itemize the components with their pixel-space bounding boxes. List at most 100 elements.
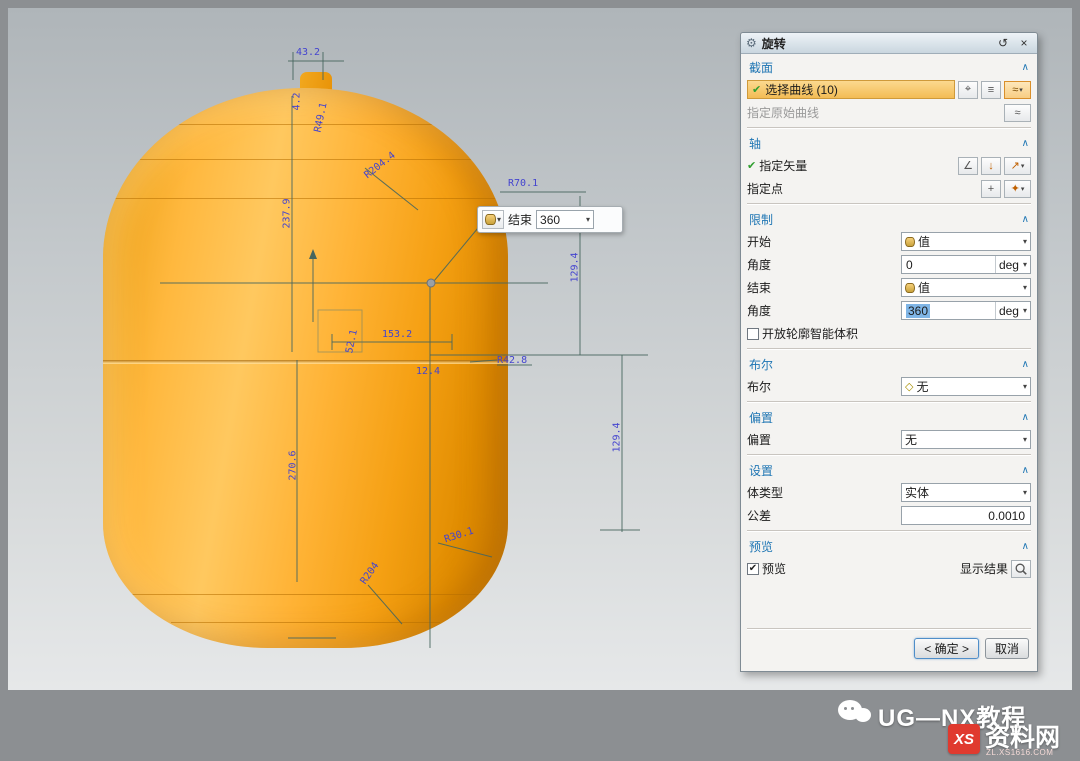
- chevron-up-icon: ∧: [1022, 541, 1029, 552]
- end-angle-value: 360: [906, 304, 930, 318]
- model-edge: [108, 198, 503, 199]
- application-window: 43.24.2R49.1R204.4R70.1237.9129.4153.252…: [0, 0, 1080, 761]
- selection-intent-icon[interactable]: ⌖: [958, 81, 978, 99]
- preview-checkbox[interactable]: ✔: [747, 563, 759, 575]
- magnifier-icon[interactable]: [1011, 560, 1031, 578]
- cancel-button[interactable]: 取消: [985, 638, 1029, 659]
- section-header-axis[interactable]: 轴 ∧: [747, 132, 1031, 154]
- open-profile-label: 开放轮廓智能体积: [762, 325, 1031, 342]
- open-profile-checkbox[interactable]: [747, 328, 759, 340]
- show-result-label: 显示结果: [960, 560, 1008, 577]
- revolve-dialog: ⚙ 旋转 ↺ × 截面 ∧ ✔ 选择曲线 (10) ⌖ ≡ ≈▾ 指定: [740, 32, 1038, 672]
- divider: [747, 348, 1031, 350]
- boolean-dropdown[interactable]: ◇ 无 ▾: [901, 377, 1031, 396]
- revolve-limit-icon: [485, 214, 496, 225]
- revolve-preview-body[interactable]: [103, 88, 508, 648]
- end-angle-label: 角度: [747, 302, 898, 319]
- divider: [747, 203, 1031, 205]
- select-curve-label: 选择曲线 (10): [765, 81, 838, 98]
- dialog-titlebar[interactable]: ⚙ 旋转 ↺ ×: [741, 33, 1037, 54]
- chevron-down-icon: ▾: [1023, 283, 1027, 292]
- model-edge: [129, 594, 482, 595]
- site-url: ZL.XS1616.COM: [986, 748, 1053, 757]
- model-edge: [161, 124, 450, 125]
- curve-rule-icon[interactable]: ≈▾: [1004, 81, 1031, 99]
- ok-button[interactable]: < 确定 >: [914, 638, 979, 659]
- onscreen-input-toolbar: ▾ 结束 360 ▾: [477, 206, 623, 233]
- divider: [747, 401, 1031, 403]
- check-icon: ✔: [747, 159, 756, 172]
- offset-dropdown[interactable]: 无 ▾: [901, 430, 1031, 449]
- chevron-up-icon: ∧: [1022, 62, 1029, 73]
- chevron-up-icon: ∧: [1022, 214, 1029, 225]
- chevron-down-icon: ▾: [1023, 488, 1027, 497]
- model-seam-edge: [103, 360, 508, 364]
- select-curve-field[interactable]: ✔ 选择曲线 (10): [747, 80, 955, 99]
- point-dialog-icon[interactable]: ✦▾: [1004, 180, 1031, 198]
- divider: [747, 530, 1031, 532]
- chevron-down-icon: ▾: [1023, 435, 1027, 444]
- divider: [747, 454, 1031, 456]
- gear-icon: ⚙: [746, 36, 757, 50]
- wechat-icon: [838, 700, 874, 728]
- dialog-title: 旋转: [762, 35, 786, 52]
- tolerance-label: 公差: [747, 507, 898, 524]
- chevron-up-icon: ∧: [1022, 138, 1029, 149]
- specify-vector-label: 指定矢量: [759, 157, 955, 174]
- chevron-up-icon: ∧: [1022, 412, 1029, 423]
- divider: [747, 628, 1031, 630]
- model-edge: [171, 622, 440, 623]
- vector-reverse-icon[interactable]: ↓: [981, 157, 1001, 175]
- end-angle-input[interactable]: 360 deg ▾: [901, 301, 1031, 320]
- tolerance-input[interactable]: 0.0010: [901, 506, 1031, 525]
- origin-curve-icon[interactable]: ≈: [1004, 104, 1031, 122]
- section-header-preview[interactable]: 预览 ∧: [747, 535, 1031, 557]
- section-header-limits[interactable]: 限制 ∧: [747, 208, 1031, 230]
- close-icon[interactable]: ×: [1016, 36, 1032, 50]
- start-type-dropdown[interactable]: 值 ▾: [901, 232, 1031, 251]
- reset-icon[interactable]: ↺: [995, 36, 1011, 50]
- vector-inference-icon[interactable]: ∠: [958, 157, 978, 175]
- boolean-none-icon: ◇: [905, 380, 913, 393]
- site-logo: XS: [948, 724, 980, 754]
- value-option-icon: [905, 283, 915, 293]
- end-angle-onscreen-value: 360: [540, 213, 560, 227]
- boolean-label: 布尔: [747, 378, 898, 395]
- end-angle-onscreen-input[interactable]: 360 ▾: [536, 210, 594, 229]
- watermark: UG—NX教程 XS 资料网 ZL.XS1616.COM: [820, 690, 1080, 761]
- chevron-up-icon: ∧: [1022, 465, 1029, 476]
- specify-point-label: 指定点: [747, 180, 978, 197]
- origin-curve-label: 指定原始曲线: [747, 104, 1001, 121]
- chevron-down-icon: ▾: [497, 215, 501, 224]
- section-header-section[interactable]: 截面 ∧: [747, 56, 1031, 78]
- body-type-label: 体类型: [747, 484, 898, 501]
- offset-label: 偏置: [747, 431, 898, 448]
- vector-dialog-icon[interactable]: ↗▾: [1004, 157, 1031, 175]
- start-angle-input[interactable]: 0 deg ▾: [901, 255, 1031, 274]
- check-icon: ✔: [752, 83, 761, 96]
- end-label: 结束: [747, 279, 898, 296]
- list-icon[interactable]: ≡: [981, 81, 1001, 99]
- section-header-boolean[interactable]: 布尔 ∧: [747, 353, 1031, 375]
- chevron-down-icon: ▾: [1023, 237, 1027, 246]
- start-angle-value: 0: [902, 256, 995, 273]
- chevron-down-icon: ▾: [1023, 382, 1027, 391]
- chevron-down-icon: ▾: [1023, 260, 1027, 269]
- start-label: 开始: [747, 233, 898, 250]
- body-type-dropdown[interactable]: 实体 ▾: [901, 483, 1031, 502]
- point-constructor-icon[interactable]: +: [981, 180, 1001, 198]
- end-type-dropdown[interactable]: 值 ▾: [901, 278, 1031, 297]
- chevron-up-icon: ∧: [1022, 359, 1029, 370]
- dialog-body: 截面 ∧ ✔ 选择曲线 (10) ⌖ ≡ ≈▾ 指定原始曲线 ≈ 轴 ∧: [741, 54, 1037, 671]
- start-angle-label: 角度: [747, 256, 898, 273]
- divider: [747, 127, 1031, 129]
- chevron-down-icon: ▾: [586, 215, 590, 224]
- chevron-down-icon: ▾: [1023, 306, 1027, 315]
- value-option-icon: [905, 237, 915, 247]
- limit-option-dropdown[interactable]: ▾: [482, 210, 504, 229]
- mini-end-label: 结束: [508, 211, 532, 228]
- section-header-settings[interactable]: 设置 ∧: [747, 459, 1031, 481]
- section-header-offset[interactable]: 偏置 ∧: [747, 406, 1031, 428]
- preview-label: 预览: [762, 560, 957, 577]
- model-edge: [125, 159, 486, 160]
